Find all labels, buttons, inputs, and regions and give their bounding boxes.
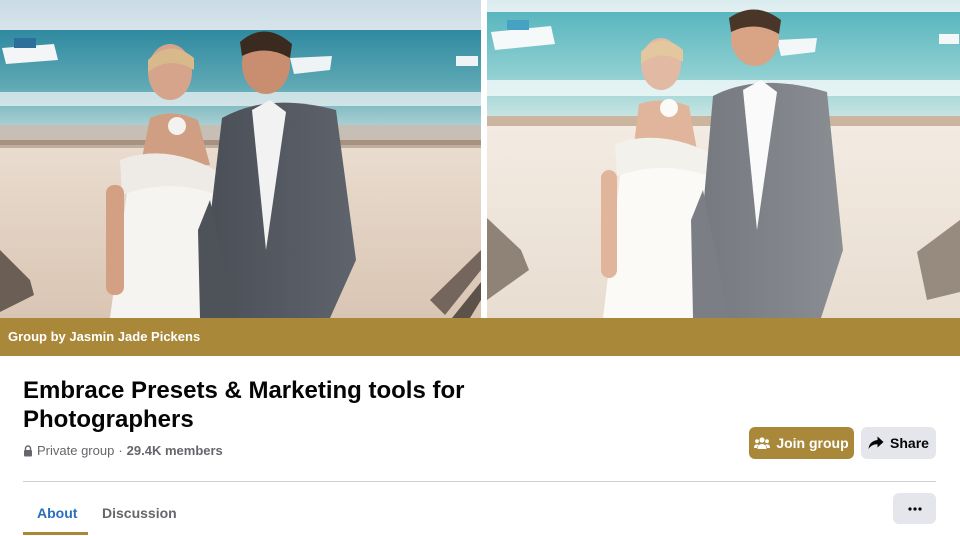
share-label: Share [890, 435, 929, 451]
people-icon [754, 437, 771, 449]
cover-photo-left [0, 0, 481, 318]
more-options-button[interactable] [893, 493, 936, 524]
tab-about[interactable]: About [23, 493, 91, 533]
share-button[interactable]: Share [861, 427, 936, 459]
member-count[interactable]: 29.4K members [127, 443, 223, 459]
join-group-button[interactable]: Join group [749, 427, 854, 459]
more-dots-icon [907, 506, 922, 511]
cover-photo[interactable] [0, 0, 960, 318]
header-divider [23, 481, 936, 482]
group-title: Embrace Presets & Marketing tools for Ph… [23, 377, 465, 433]
lock-icon [24, 445, 32, 457]
tab-about-label: About [37, 505, 78, 521]
privacy-label: Private group [37, 443, 115, 458]
group-owner-bar[interactable]: Group by Jasmin Jade Pickens [0, 318, 960, 356]
share-arrow-icon [868, 436, 884, 449]
active-tab-indicator [23, 532, 88, 535]
group-meta: Private group · 29.4K members [23, 443, 223, 459]
meta-separator: · [118, 443, 123, 458]
cover-photo-right [487, 0, 960, 318]
group-owner-text[interactable]: Group by Jasmin Jade Pickens [8, 329, 200, 344]
join-group-label: Join group [776, 435, 849, 451]
tab-discussion-label: Discussion [102, 505, 177, 521]
tab-discussion[interactable]: Discussion [88, 493, 191, 533]
